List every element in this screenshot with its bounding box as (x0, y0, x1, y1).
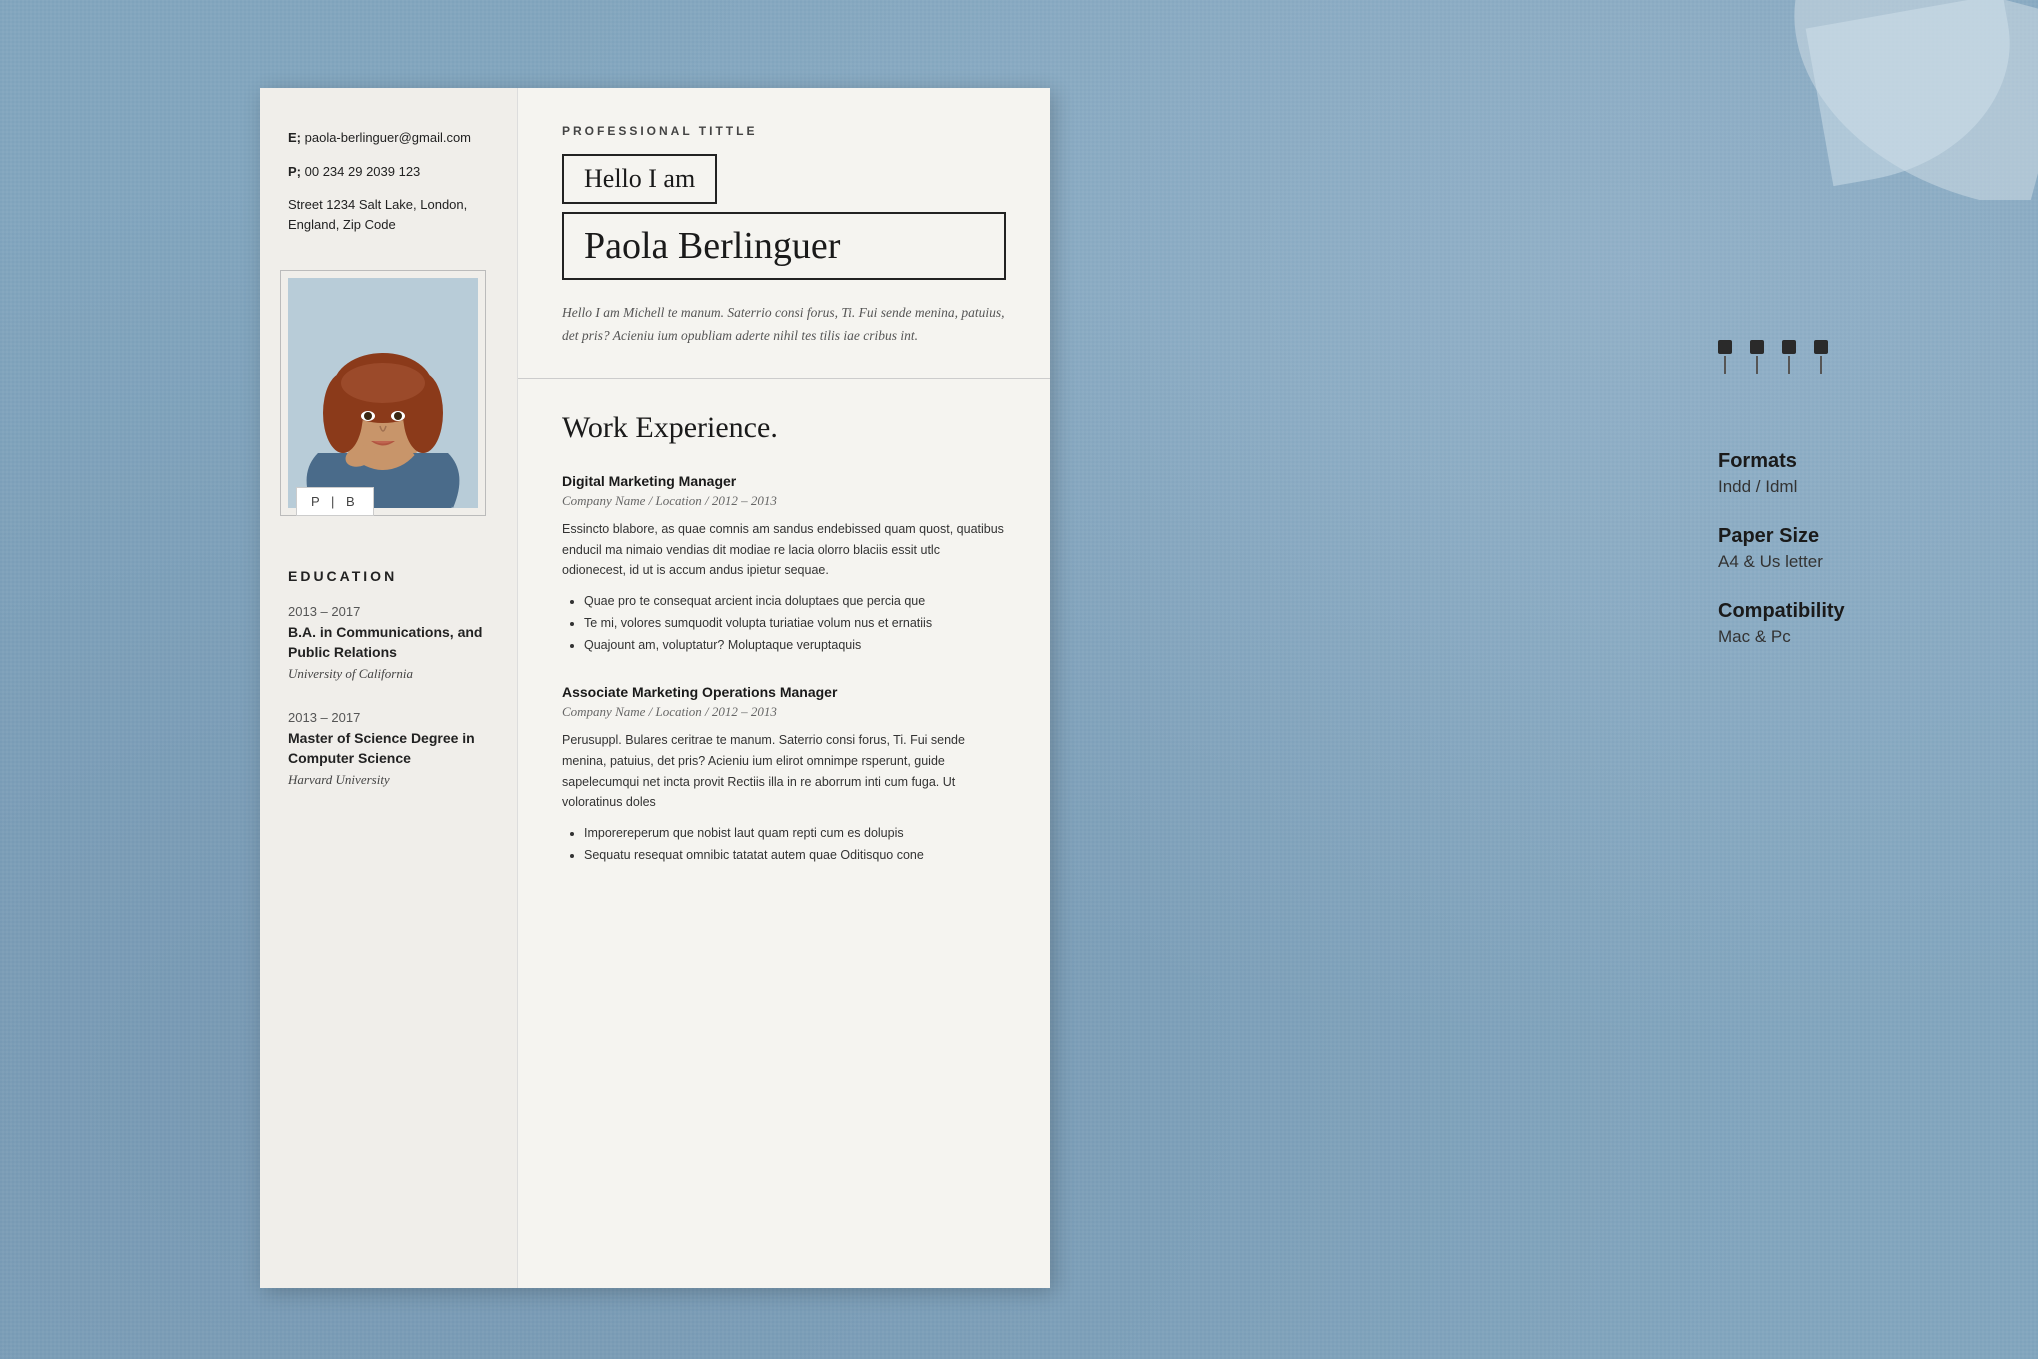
edu-item-2: 2013 – 2017 Master of Science Degree in … (288, 710, 489, 788)
job-bullets-2: Imporereperum que nobist laut quam repti… (584, 823, 1006, 867)
bullet-1-2: Te mi, volores sumquodit volupta turiati… (584, 613, 1006, 635)
bullet-2-1: Imporereperum que nobist laut quam repti… (584, 823, 1006, 845)
compatibility-label: Compatibility (1718, 600, 1938, 623)
edu-school-2: Harvard University (288, 772, 489, 788)
job-title-1: Digital Marketing Manager (562, 473, 1006, 489)
phone-value: 00 234 29 2039 123 (305, 164, 421, 179)
edu-degree-2: Master of Science Degree in Computer Sci… (288, 729, 489, 768)
job-item-1: Digital Marketing Manager Company Name /… (562, 473, 1006, 657)
formats-value: Indd / Idml (1718, 477, 1938, 497)
photo-container: P | B (288, 278, 488, 508)
bullet-1-3: Quajount am, voluptatur? Moluptaque veru… (584, 635, 1006, 657)
bio-text: Hello I am Michell te manum. Saterrio co… (562, 302, 1006, 348)
job-title-2: Associate Marketing Operations Manager (562, 684, 1006, 700)
education-section: EDUCATION 2013 – 2017 B.A. in Communicat… (288, 568, 489, 816)
contact-section: E; paola-berlinguer@gmail.com P; 00 234 … (288, 128, 489, 248)
info-panel: Formats Indd / Idml Paper Size A4 & Us l… (1718, 450, 1938, 675)
work-section: Work Experience. Digital Marketing Manag… (518, 379, 1050, 1288)
job-desc-1: Essincto blabore, as quae comnis am sand… (562, 519, 1006, 581)
job-item-2: Associate Marketing Operations Manager C… (562, 684, 1006, 866)
leaf-decoration (1738, 0, 2038, 200)
education-title: EDUCATION (288, 568, 489, 584)
resume-main-content: PROFESSIONAL TITTLE Hello I am Paola Ber… (518, 88, 1050, 1288)
edu-item-1: 2013 – 2017 B.A. in Communications, and … (288, 604, 489, 682)
edu-degree-1: B.A. in Communications, and Public Relat… (288, 623, 489, 662)
phone-label: P; (288, 164, 301, 179)
hello-box: Hello I am (562, 154, 717, 204)
formats-label: Formats (1718, 450, 1938, 473)
header-section: PROFESSIONAL TITTLE Hello I am Paola Ber… (518, 88, 1050, 379)
job-company-1: Company Name / Location / 2012 – 2013 (562, 493, 1006, 509)
bullet-2-2: Sequatu resequat omnibic tatatat autem q… (584, 845, 1006, 867)
paper-size-label: Paper Size (1718, 525, 1938, 548)
resume-sidebar: E; paola-berlinguer@gmail.com P; 00 234 … (260, 88, 518, 1288)
name-box: Paola Berlinguer (562, 212, 1006, 280)
resume-document: E; paola-berlinguer@gmail.com P; 00 234 … (260, 88, 1050, 1288)
bullet-1-1: Quae pro te consequat arcient incia dolu… (584, 591, 1006, 613)
initials-badge: P | B (296, 487, 374, 516)
compatibility-value: Mac & Pc (1718, 627, 1938, 647)
address-contact: Street 1234 Salt Lake, London,England, Z… (288, 195, 489, 234)
edu-school-1: University of California (288, 666, 489, 682)
email-value: paola-berlinguer@gmail.com (305, 130, 471, 145)
edu-years-2: 2013 – 2017 (288, 710, 489, 725)
work-experience-title: Work Experience. (562, 411, 1006, 445)
email-contact: E; paola-berlinguer@gmail.com (288, 128, 489, 148)
job-desc-2: Perusuppl. Bulares ceritrae te manum. Sa… (562, 730, 1006, 813)
job-company-2: Company Name / Location / 2012 – 2013 (562, 704, 1006, 720)
paper-size-value: A4 & Us letter (1718, 552, 1938, 572)
pushpins-decoration (1718, 340, 1828, 374)
photo-frame (280, 270, 486, 516)
phone-contact: P; 00 234 29 2039 123 (288, 162, 489, 182)
job-bullets-1: Quae pro te consequat arcient incia dolu… (584, 591, 1006, 657)
professional-title-label: PROFESSIONAL TITTLE (562, 124, 1006, 138)
email-label: E; (288, 130, 301, 145)
edu-years-1: 2013 – 2017 (288, 604, 489, 619)
